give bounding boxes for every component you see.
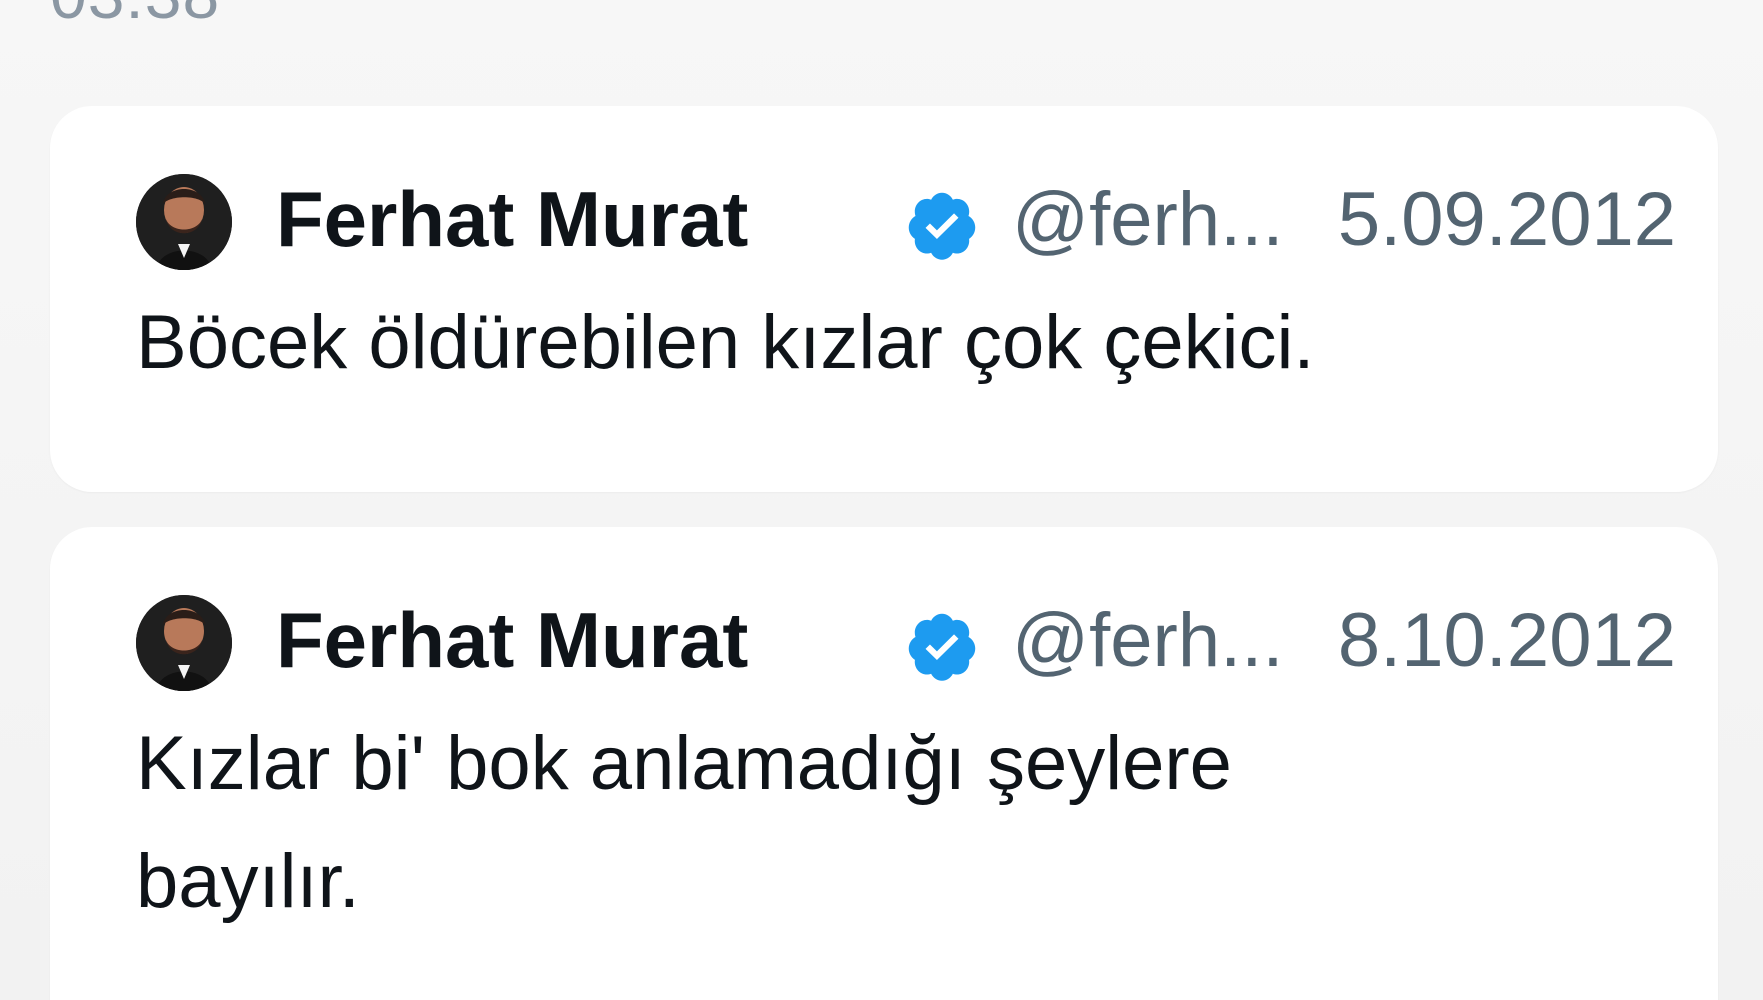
display-name[interactable]: Ferhat Murat <box>276 601 748 679</box>
avatar-image <box>136 174 232 270</box>
quoted-tweet-card[interactable]: Ferhat Murat @ferh... 8.10.2012 Kızlar b… <box>50 527 1718 1000</box>
display-name[interactable]: Ferhat Murat <box>276 180 748 258</box>
tweet-screenshot: 03:38 Ferhat Murat @ferh... 5.09.2012 <box>0 0 1763 1000</box>
tweet-date[interactable]: 5.09.2012 <box>1338 182 1676 258</box>
avatar-image <box>136 595 232 691</box>
tweet-date[interactable]: 8.10.2012 <box>1338 603 1676 679</box>
avatar[interactable] <box>136 595 232 691</box>
tweet-text: Kızlar bi' bok anlamadığı şeylere bayılı… <box>136 721 1232 924</box>
timestamp-text: 03:38 <box>50 0 220 28</box>
tweet-header: Ferhat Murat @ferh... 5.09.2012 <box>136 168 1676 270</box>
quoted-tweet-card[interactable]: Ferhat Murat @ferh... 5.09.2012 Böcek öl… <box>50 106 1718 492</box>
avatar[interactable] <box>136 174 232 270</box>
user-handle[interactable]: @ferh... <box>1012 603 1283 679</box>
verified-badge-icon <box>908 613 976 681</box>
tweet-header: Ferhat Murat @ferh... 8.10.2012 <box>136 589 1676 691</box>
tweet-text: Böcek öldürebilen kızlar çok çekici. <box>136 300 1315 385</box>
verified-badge-icon <box>908 192 976 260</box>
user-handle[interactable]: @ferh... <box>1012 182 1283 258</box>
